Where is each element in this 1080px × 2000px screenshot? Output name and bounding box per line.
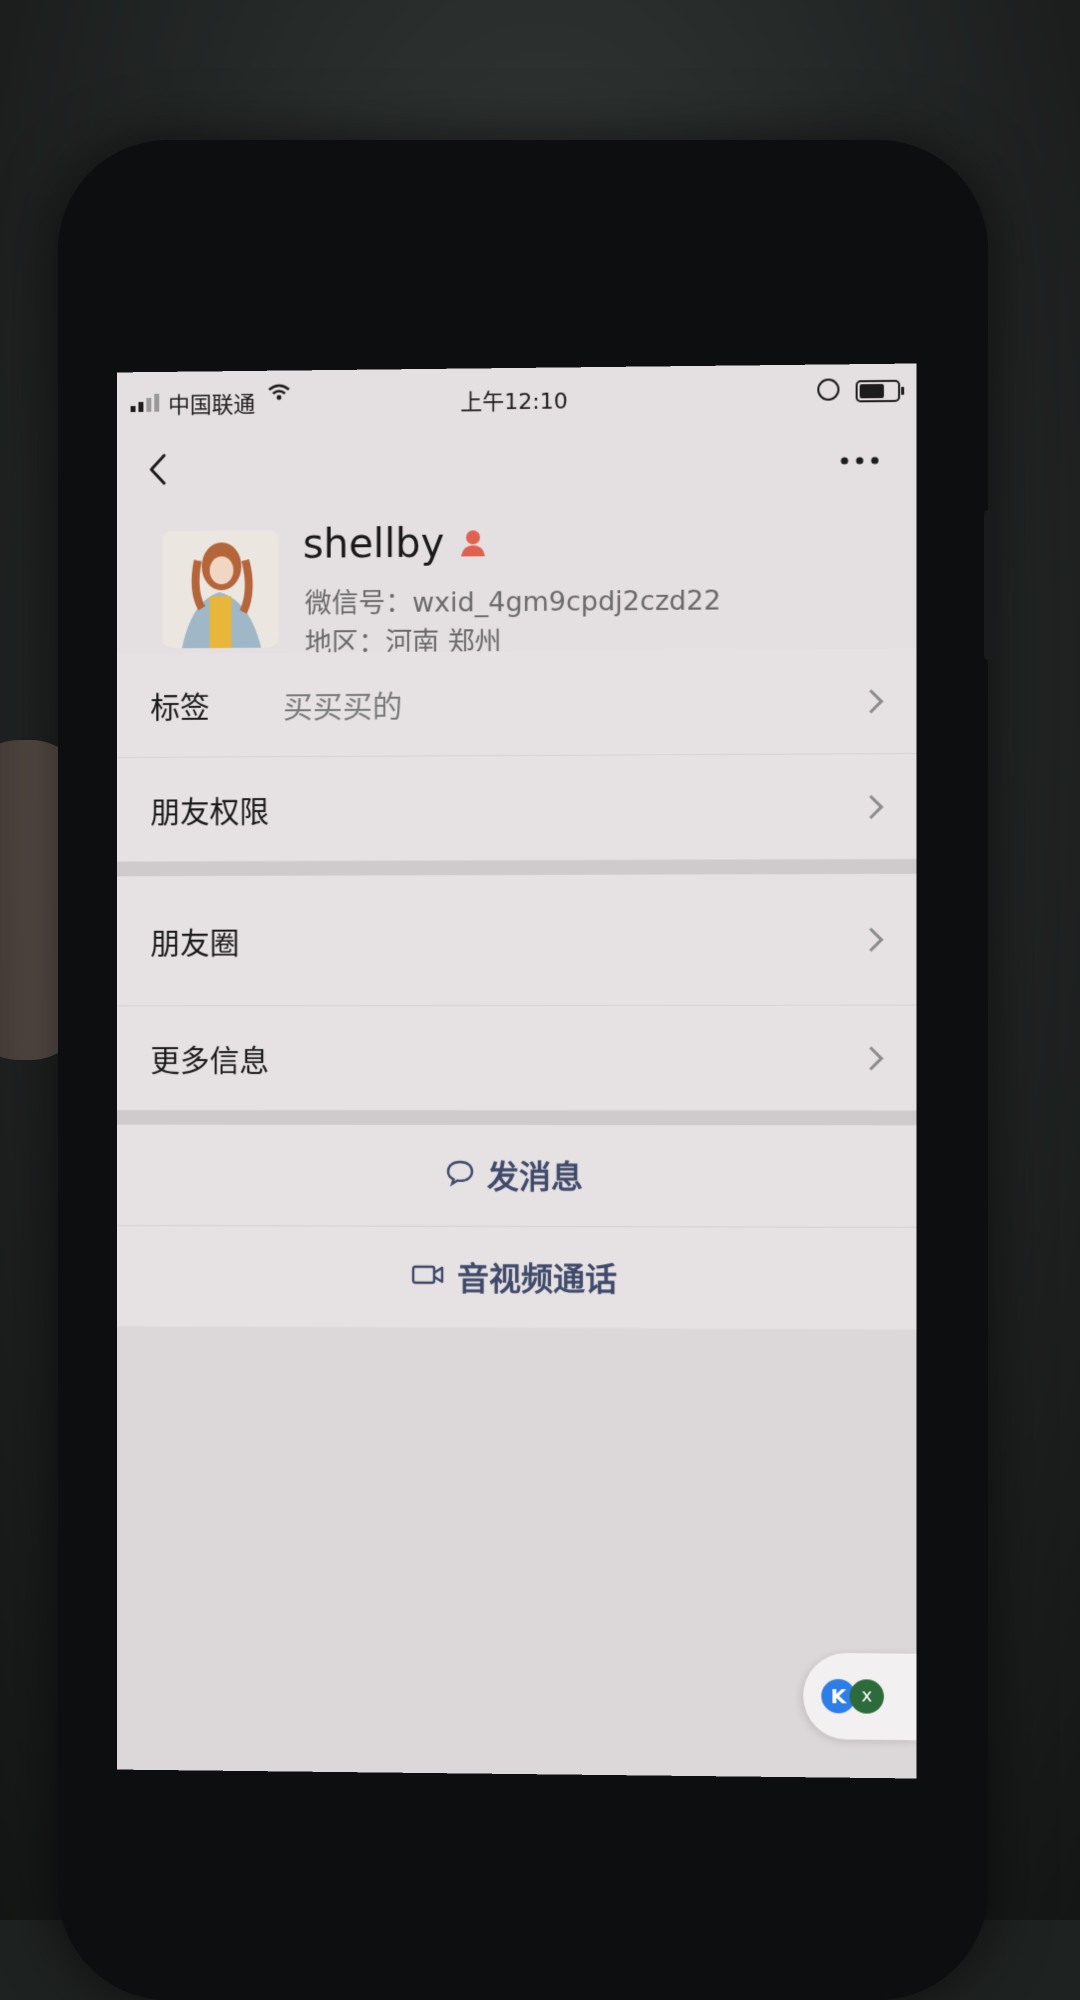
video-call-label: 音视频通话 bbox=[457, 1259, 618, 1299]
permissions-label: 朋友权限 bbox=[150, 795, 270, 831]
chevron-right-icon bbox=[859, 688, 884, 714]
video-camera-icon bbox=[411, 1264, 445, 1290]
tags-value: 买买买的 bbox=[282, 689, 403, 726]
status-time: 上午12:10 bbox=[460, 389, 568, 416]
send-message-button[interactable]: 发消息 bbox=[116, 1124, 917, 1226]
phone-screen: 中国联通 上午12:10 shellby 微信号：wxid_4gm9cpdj2c… bbox=[116, 363, 917, 1779]
moments-row[interactable]: 朋友圈 bbox=[116, 873, 917, 1007]
profile-name: shellby bbox=[302, 520, 445, 568]
more-info-row[interactable]: 更多信息 bbox=[116, 1005, 917, 1112]
more-info-label: 更多信息 bbox=[150, 1044, 270, 1079]
chat-bubble-icon bbox=[445, 1159, 475, 1191]
ellipsis-icon[interactable] bbox=[839, 434, 879, 475]
section-divider bbox=[116, 1110, 917, 1126]
battery-icon bbox=[855, 379, 901, 403]
status-bar: 中国联通 上午12:10 bbox=[117, 364, 917, 433]
chevron-right-icon bbox=[859, 927, 884, 952]
phone-side-button bbox=[984, 510, 994, 660]
moments-label: 朋友圈 bbox=[150, 926, 240, 962]
rotation-lock-icon bbox=[817, 378, 840, 401]
female-icon bbox=[458, 528, 488, 562]
close-icon[interactable]: x bbox=[849, 1679, 884, 1714]
battery-level bbox=[859, 383, 884, 399]
tags-label: 标签 bbox=[150, 690, 210, 727]
video-call-button[interactable]: 音视频通话 bbox=[116, 1225, 917, 1329]
empty-area bbox=[116, 1326, 917, 1779]
chevron-right-icon bbox=[859, 794, 884, 819]
chevron-left-icon[interactable] bbox=[146, 451, 176, 491]
floating-widget[interactable]: K x bbox=[803, 1652, 917, 1741]
tags-row[interactable]: 标签 买买买的 bbox=[116, 648, 917, 758]
avatar[interactable] bbox=[162, 530, 280, 649]
chevron-right-icon bbox=[859, 1045, 884, 1071]
permissions-row[interactable]: 朋友权限 bbox=[116, 753, 917, 863]
wechat-id: 微信号：wxid_4gm9cpdj2czd22 bbox=[304, 585, 721, 620]
send-message-label: 发消息 bbox=[487, 1157, 584, 1197]
